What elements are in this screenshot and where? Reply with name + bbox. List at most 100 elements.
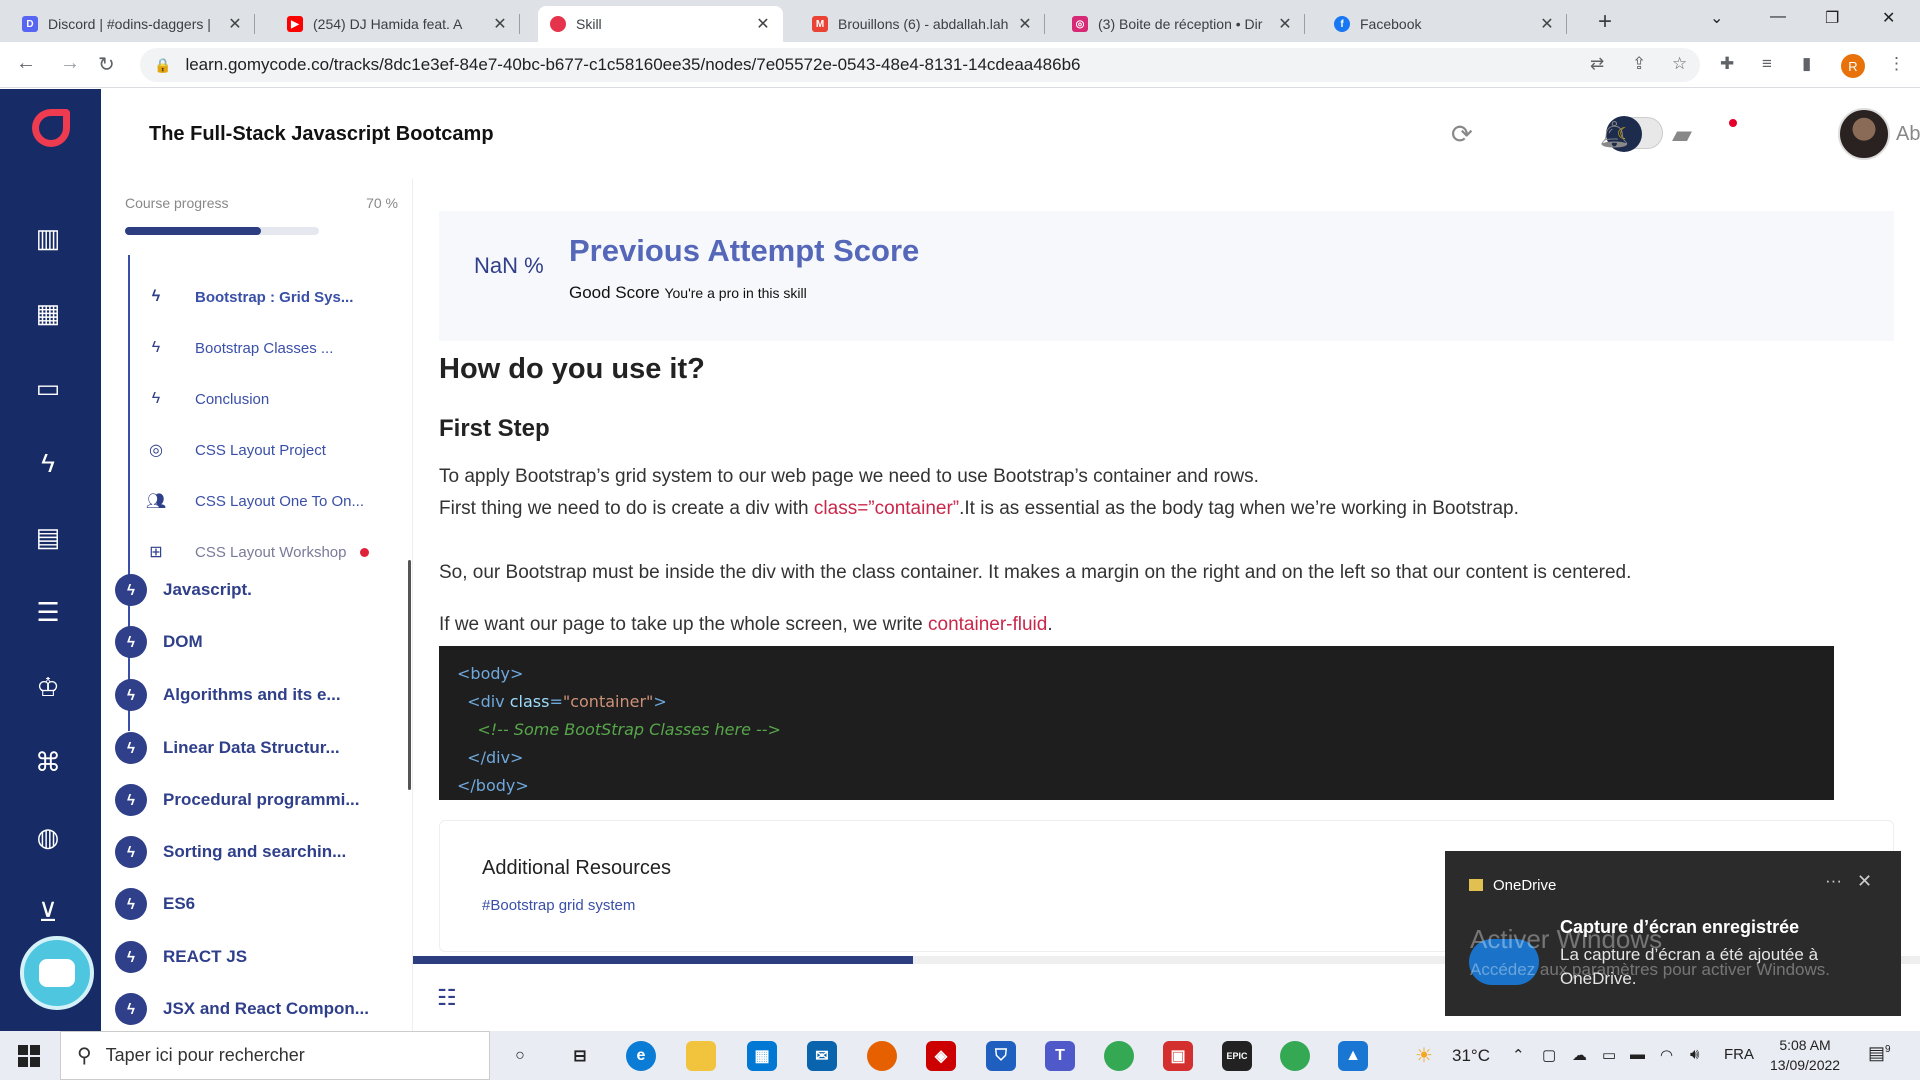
support-chat-button[interactable] (20, 936, 94, 1010)
close-icon[interactable]: ✕ (1017, 14, 1033, 34)
menu-icon[interactable]: ⋮ (1888, 54, 1905, 74)
outline-toggle-icon[interactable]: ☷ (437, 985, 457, 1011)
outline-item-bootstrap-classes[interactable]: ϟ Bootstrap Classes ... (145, 333, 334, 363)
resource-link[interactable]: #Bootstrap grid system (482, 897, 635, 914)
user-name-menu[interactable]: Abdallah⌄ (1896, 123, 1920, 146)
outline-item-css-layout-workshop[interactable]: ⊞ CSS Layout Workshop (145, 537, 370, 567)
firefox-icon[interactable] (867, 1041, 897, 1071)
tab-search-icon[interactable]: ⌄ (1710, 8, 1723, 28)
mail-icon[interactable]: ✉ (807, 1041, 837, 1071)
translate-icon[interactable]: ⇄ (1590, 54, 1604, 74)
laptop-icon[interactable]: ▭ (31, 373, 65, 403)
app-header: The Full-Stack Javascript Bootcamp ⟳ ☾ 🔔… (101, 89, 1920, 179)
app-icon[interactable]: ▣ (1163, 1041, 1193, 1071)
close-icon[interactable]: ✕ (755, 14, 771, 34)
widgets-icon[interactable]: ⊟ (565, 1041, 595, 1071)
weather-temp[interactable]: 31°C (1452, 1046, 1490, 1066)
close-icon[interactable]: ✕ (1539, 14, 1555, 34)
module-algorithms[interactable]: ϟ Algorithms and its e... (115, 678, 341, 712)
bookmark-star-icon[interactable]: ☆ (1672, 54, 1687, 74)
close-icon[interactable]: ✕ (1277, 14, 1293, 34)
document-icon[interactable]: ☰ (31, 597, 65, 627)
module-procedural[interactable]: ϟ Procedural programmi... (115, 783, 360, 817)
globe-icon[interactable]: ◍ (31, 822, 65, 852)
photos-icon[interactable]: ▲ (1338, 1041, 1368, 1071)
close-icon[interactable]: ✕ (1857, 871, 1872, 892)
tab-facebook[interactable]: f Facebook ✕ (1322, 6, 1567, 42)
cloud-tray-icon[interactable]: ☁ (1572, 1046, 1587, 1064)
media-icon[interactable]: ≡ (1762, 54, 1772, 74)
messages-icon[interactable]: ▰ (1672, 119, 1692, 150)
outline-item-conclusion[interactable]: ϟ Conclusion (145, 384, 269, 414)
bell-icon[interactable]: 🔔︎ (1598, 119, 1631, 150)
weather-icon[interactable]: ☀ (1415, 1043, 1433, 1068)
module-es6[interactable]: ϟ ES6 (115, 887, 195, 921)
tray-chevron-icon[interactable]: ⌃ (1512, 1046, 1525, 1064)
edge-icon[interactable]: e (626, 1041, 656, 1071)
restore-button[interactable]: ❐ (1825, 8, 1839, 28)
chrome-icon[interactable] (1104, 1041, 1134, 1071)
module-linear-data[interactable]: ϟ Linear Data Structur... (115, 731, 340, 765)
module-react[interactable]: ϟ REACT JS (115, 940, 247, 974)
taskbar-search[interactable]: ⚲ Taper ici pour rechercher (60, 1031, 490, 1080)
close-icon[interactable]: ✕ (227, 14, 243, 34)
sidepanel-icon[interactable]: ▮ (1802, 54, 1811, 74)
avatar[interactable] (1838, 108, 1890, 160)
module-javascript[interactable]: ϟ Javascript. (115, 573, 252, 607)
trophy-icon[interactable]: ♔ (31, 672, 65, 702)
text: First thing we need to do is create a di… (439, 498, 814, 519)
outline-item-bootstrap-grid[interactable]: ϟ Bootstrap : Grid Sys... (145, 282, 354, 312)
battery-icon[interactable]: ▬ (1630, 1046, 1645, 1063)
tab-youtube[interactable]: ▶ (254) DJ Hamida feat. A ✕ (275, 6, 520, 42)
language-indicator[interactable]: FRA (1724, 1046, 1754, 1063)
share-icon[interactable]: ⇪ (1632, 54, 1646, 74)
module-sorting[interactable]: ϟ Sorting and searchin... (115, 835, 346, 869)
module-dom[interactable]: ϟ DOM (115, 625, 203, 659)
outline-item-css-layout-one-to-one[interactable]: 👥︎ CSS Layout One To On... (145, 486, 364, 516)
calendar-icon[interactable]: ▦ (31, 298, 65, 328)
store-icon[interactable]: ▦ (747, 1041, 777, 1071)
tab-skill[interactable]: Skill ✕ (538, 6, 783, 42)
windows-start-icon[interactable] (18, 1045, 40, 1067)
chrome-profile-icon[interactable] (1280, 1041, 1310, 1071)
refresh-icon[interactable]: ⟳ (1451, 119, 1473, 150)
back-button[interactable]: ← (16, 52, 36, 75)
game-icon[interactable]: ◈ (926, 1041, 956, 1071)
meet-icon[interactable]: ▢ (1542, 1046, 1556, 1064)
chat-icon[interactable]: ▤ (31, 522, 65, 552)
notification-dot (1729, 119, 1737, 127)
score-card: NaN % Previous Attempt Score Good Score … (439, 211, 1894, 341)
close-window-button[interactable]: ✕ (1882, 8, 1895, 28)
tab-gmail[interactable]: M Brouillons (6) - abdallah.lah ✕ (800, 6, 1045, 42)
epic-games-icon[interactable]: EPIC (1222, 1041, 1252, 1071)
profile-avatar[interactable]: R (1841, 54, 1865, 78)
close-icon[interactable]: ✕ (492, 14, 508, 34)
notification-center-icon[interactable]: ▤9 (1868, 1043, 1891, 1064)
gomycode-logo[interactable] (32, 109, 70, 147)
display-icon[interactable]: ▭ (1602, 1046, 1616, 1064)
cart-icon[interactable]: ⊻ (31, 897, 65, 927)
tab-instagram[interactable]: ◎ (3) Boite de réception • Dir ✕ (1060, 6, 1305, 42)
reload-button[interactable]: ↻ (98, 52, 115, 77)
outline-item-css-layout-project[interactable]: ◎ CSS Layout Project (145, 435, 326, 465)
file-explorer-icon[interactable] (686, 1041, 716, 1071)
minimize-button[interactable]: — (1770, 8, 1786, 26)
module-jsx[interactable]: ϟ JSX and React Compon... (115, 992, 369, 1026)
volume-icon[interactable]: 🔊︎ (1690, 1046, 1699, 1063)
address-bar[interactable]: 🔒 learn.gomycode.co/tracks/8dc1e3ef-84e7… (140, 48, 1700, 82)
forward-button[interactable]: → (60, 52, 80, 75)
shield-icon[interactable]: ⛉ (986, 1041, 1016, 1071)
content-scroll-thumb[interactable] (413, 956, 913, 964)
hierarchy-icon[interactable]: ⌘ (31, 747, 65, 777)
library-icon[interactable]: ▥ (31, 223, 65, 253)
teams-icon[interactable]: T (1045, 1041, 1075, 1071)
clock[interactable]: 5:08 AM 13/09/2022 (1770, 1035, 1840, 1075)
more-options-icon[interactable]: ··· (1825, 871, 1842, 891)
tab-discord[interactable]: D Discord | #odins-daggers | ✕ (10, 6, 255, 42)
bolt-icon[interactable]: ϟ (31, 448, 65, 478)
extensions-icon[interactable]: ✚ (1720, 54, 1734, 74)
outline-scrollbar[interactable] (408, 560, 411, 790)
new-tab-button[interactable]: + (1598, 8, 1612, 36)
task-view-icon[interactable]: ○ (505, 1041, 535, 1071)
wifi-icon[interactable]: ◠ (1660, 1046, 1673, 1064)
